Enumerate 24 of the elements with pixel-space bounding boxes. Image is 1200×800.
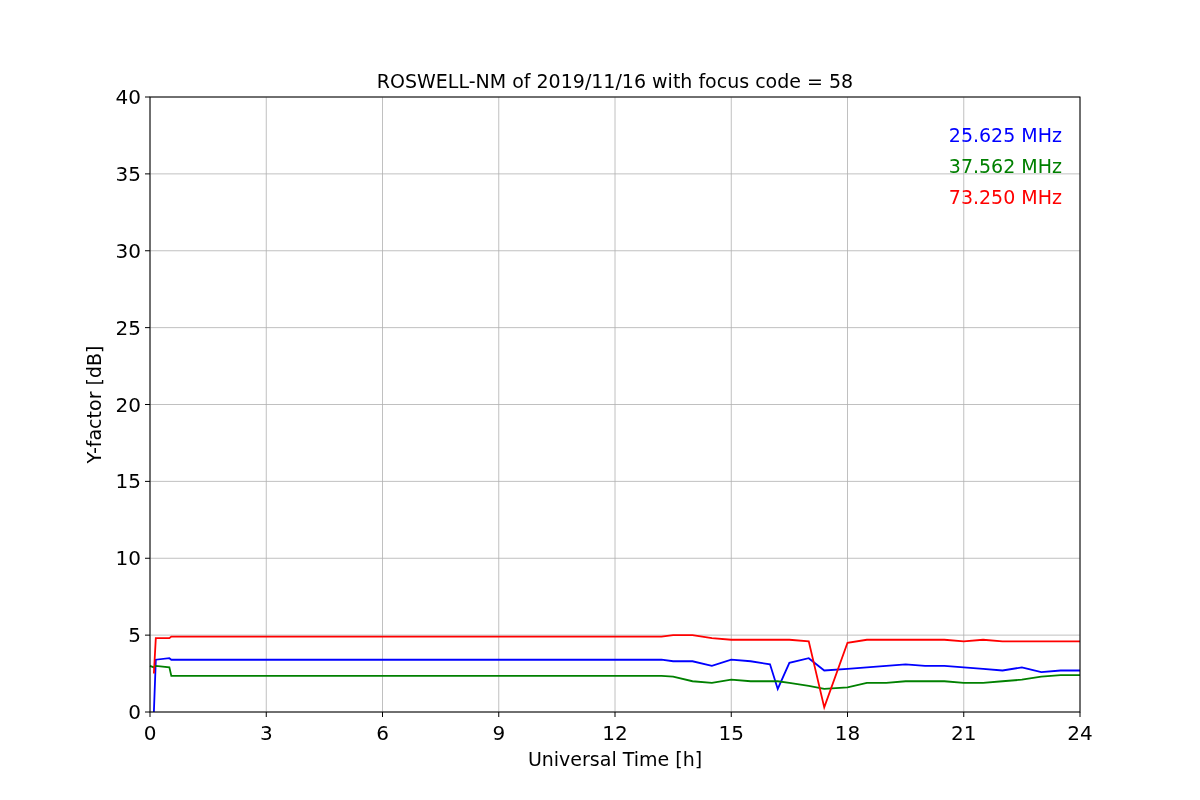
tick-label: 30 <box>115 238 141 263</box>
tick-label: 6 <box>376 721 389 745</box>
legend-label: 37.562 MHz <box>948 155 1062 177</box>
tick-label: 35 <box>115 161 141 186</box>
tick-label: 5 <box>128 623 141 648</box>
tick-label: 20 <box>115 392 141 417</box>
chart-title: ROSWELL-NM of 2019/11/16 with focus code = 58 <box>376 70 854 92</box>
y-axis-label: Y-factor [dB] <box>83 345 105 464</box>
legend-label: 25.625 MHz <box>948 124 1062 146</box>
x-axis-label: Universal Time [h] <box>527 748 703 770</box>
tick-label: 15 <box>718 721 744 745</box>
tick-label: 40 <box>115 85 141 109</box>
tick-label: 25 <box>115 315 141 340</box>
tick-label: 0 <box>128 700 141 724</box>
tick-label: 21 <box>951 721 977 745</box>
tick-label: 9 <box>492 721 506 745</box>
tick-label: 3 <box>259 721 273 745</box>
tick-label: 12 <box>602 721 628 745</box>
tick-label: 18 <box>834 721 861 745</box>
tick-label: 24 <box>1067 721 1093 745</box>
legend-label: 73.250 MHz <box>948 186 1062 208</box>
tick-label: 15 <box>115 469 141 494</box>
tick-label: 0 <box>143 721 157 745</box>
tick-label: 10 <box>115 546 141 571</box>
